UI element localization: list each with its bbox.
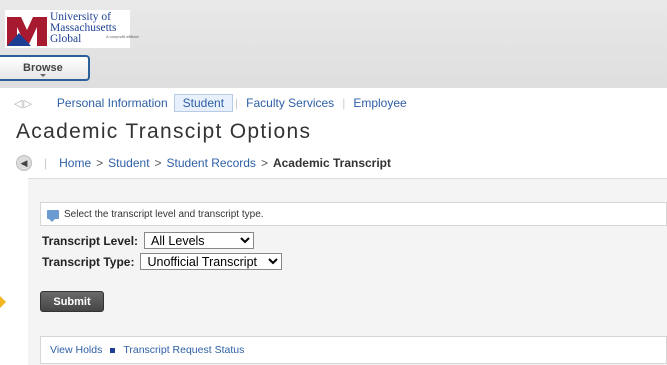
page-title: Academic Transcipt Options xyxy=(16,120,312,143)
related-links-bar: View Holds Transcript Request Status xyxy=(40,336,667,364)
header-bar: University of Massachusetts Global A non… xyxy=(0,0,667,88)
breadcrumb-separator: > xyxy=(154,156,162,170)
message-icon xyxy=(47,209,59,222)
transcript-request-status-link[interactable]: Transcript Request Status xyxy=(123,344,244,356)
logo-wordmark: University of Massachusetts Global A non… xyxy=(50,11,139,45)
nav-separator: | xyxy=(235,96,239,110)
breadcrumb-home[interactable]: Home xyxy=(59,156,91,170)
transcript-type-select[interactable]: Unofficial Transcript xyxy=(140,253,283,270)
breadcrumb: ◀ | Home > Student > Student Records > A… xyxy=(16,154,391,172)
chevron-down-icon xyxy=(40,74,46,77)
transcript-level-row: Transcript Level: All Levels xyxy=(42,232,255,249)
browse-button[interactable]: Browse xyxy=(0,55,90,81)
top-nav: ◁▷ Personal Information Student | Facult… xyxy=(14,92,413,114)
nav-separator: | xyxy=(342,96,346,110)
view-holds-link[interactable]: View Holds xyxy=(50,344,102,356)
logo-mark-icon xyxy=(7,17,47,46)
info-message-text: Select the transcript level and transcri… xyxy=(64,208,264,220)
transcript-level-select[interactable]: All Levels xyxy=(144,232,255,249)
breadcrumb-student[interactable]: Student xyxy=(108,156,149,170)
nav-arrows-icon[interactable]: ◁▷ xyxy=(14,97,33,110)
submit-button[interactable]: Submit xyxy=(40,291,104,312)
info-message-box: Select the transcript level and transcri… xyxy=(40,202,667,226)
browse-label: Browse xyxy=(23,62,63,74)
breadcrumb-current: Academic Transcript xyxy=(272,156,392,170)
pointer-arrow-icon xyxy=(0,296,6,308)
nav-item-employee[interactable]: Employee xyxy=(347,94,412,112)
university-logo[interactable]: University of Massachusetts Global A non… xyxy=(5,10,139,48)
back-arrow-icon[interactable]: ◀ xyxy=(16,155,32,171)
logo-tagline: A nonprofit affiliate xyxy=(106,34,139,39)
nav-item-student[interactable]: Student xyxy=(173,94,234,112)
nav-item-faculty-services[interactable]: Faculty Services xyxy=(240,94,340,112)
transcript-type-row: Transcript Type: Unofficial Transcript xyxy=(42,253,283,270)
nav-item-personal-information[interactable]: Personal Information xyxy=(51,94,174,112)
breadcrumb-student-records[interactable]: Student Records xyxy=(167,156,256,170)
bullet-icon xyxy=(110,347,116,353)
breadcrumb-separator: > xyxy=(96,156,104,170)
breadcrumb-divider: | xyxy=(44,156,48,170)
transcript-type-label: Transcript Type: xyxy=(42,254,135,269)
transcript-level-label: Transcript Level: xyxy=(42,233,139,248)
breadcrumb-separator: > xyxy=(260,156,268,170)
